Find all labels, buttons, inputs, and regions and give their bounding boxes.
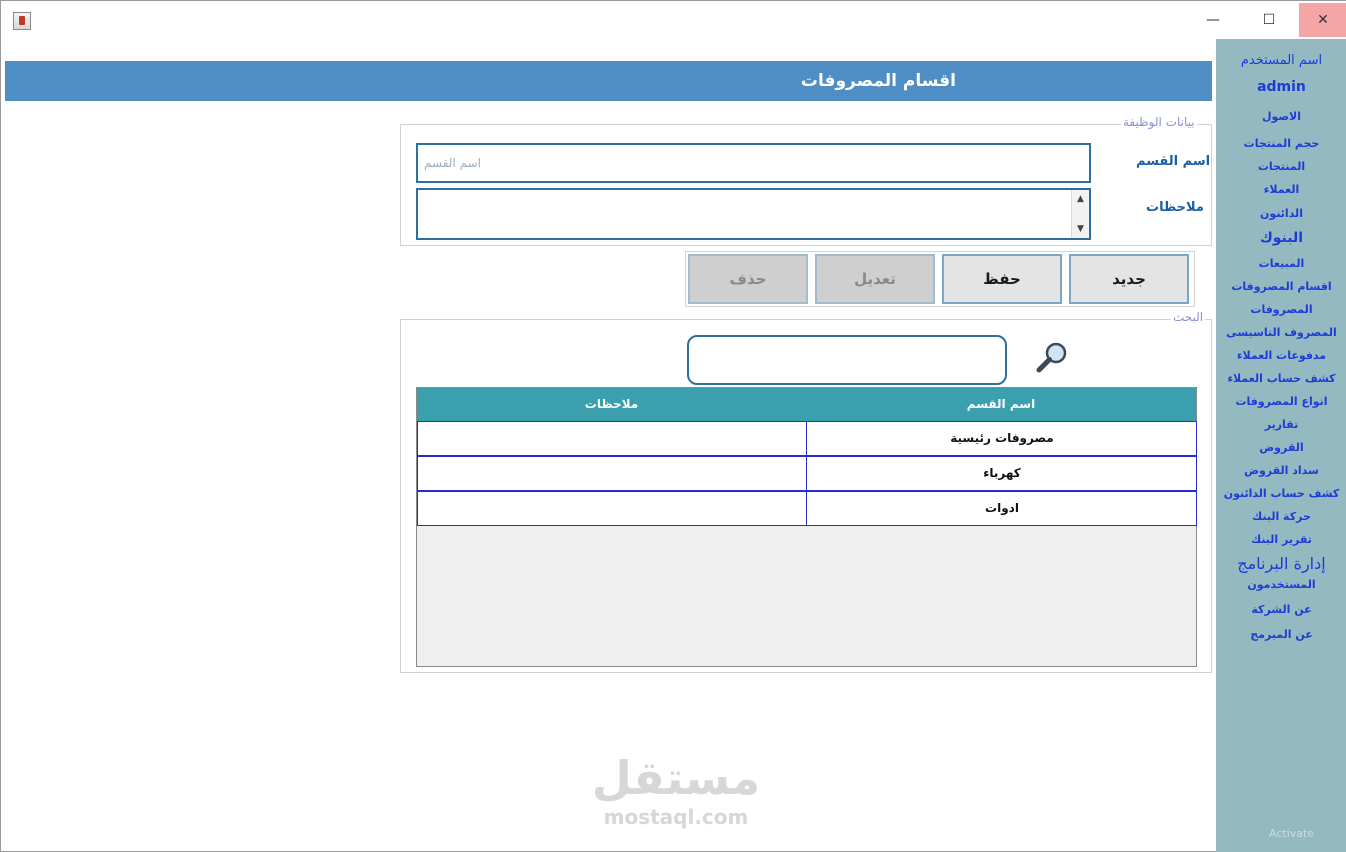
page-title: اقسام المصروفات bbox=[800, 71, 956, 91]
notes-scrollbar[interactable]: ▲ ▼ bbox=[1071, 190, 1089, 238]
title-bar[interactable]: — ☐ ✕ bbox=[1, 1, 1346, 39]
scroll-down-icon[interactable]: ▼ bbox=[1072, 221, 1089, 237]
sidebar-item-reports[interactable]: تقارير bbox=[1216, 418, 1346, 431]
table-header: اسم القسم ملاحظات bbox=[417, 388, 1196, 421]
sidebar-item-bank-report[interactable]: تقرير البنك bbox=[1216, 533, 1346, 546]
user-label: اسم المستخدم bbox=[1240, 53, 1323, 68]
cell-name: مصروفات رئيسية bbox=[950, 431, 1054, 445]
name-label: اسم القسم bbox=[1136, 154, 1211, 169]
sidebar-item-creditor-statement[interactable]: كشف حساب الدائنون bbox=[1216, 487, 1346, 500]
cell-notes bbox=[418, 492, 806, 525]
sidebar-item-about-programmer[interactable]: عن المبرمج bbox=[1216, 628, 1346, 641]
search-icon[interactable] bbox=[1035, 339, 1071, 375]
maximize-button[interactable]: ☐ bbox=[1245, 3, 1293, 37]
sidebar-item-users[interactable]: المستخدمون bbox=[1216, 578, 1346, 591]
edit-button[interactable]: تعديل bbox=[815, 254, 935, 304]
cell-notes bbox=[418, 457, 806, 490]
table-row[interactable]: كهرباء bbox=[417, 456, 1197, 491]
save-button[interactable]: حفظ bbox=[942, 254, 1062, 304]
column-header-notes[interactable]: ملاحظات bbox=[417, 388, 806, 421]
sidebar-item-banks[interactable]: البنوك bbox=[1216, 230, 1346, 246]
column-header-name[interactable]: اسم القسم bbox=[806, 388, 1196, 421]
form-group-title: بيانات الوظيفة bbox=[1121, 115, 1197, 129]
new-button[interactable]: جديد bbox=[1069, 254, 1189, 304]
cell-notes bbox=[418, 422, 806, 455]
watermark-arabic: مستقل bbox=[591, 751, 761, 805]
delete-button[interactable]: حذف bbox=[688, 254, 808, 304]
sections-table: اسم القسم ملاحظات مصروفات رئيسية كهرباء … bbox=[416, 387, 1197, 667]
app-window: — ☐ ✕ اسم المستخدم admin الاصول حجم المن… bbox=[0, 0, 1346, 852]
sidebar-item-sales[interactable]: المبيعات bbox=[1216, 257, 1346, 270]
search-input[interactable] bbox=[687, 335, 1007, 385]
sidebar-item-customer-statement[interactable]: كشف حساب العملاء bbox=[1216, 372, 1346, 385]
cell-name: كهرباء bbox=[983, 466, 1021, 480]
watermark-latin: mostaql.com bbox=[603, 805, 749, 829]
notes-label: ملاحظات bbox=[1146, 200, 1204, 215]
mostaql-watermark: مستقل mostaql.com bbox=[591, 751, 761, 837]
sidebar-item-expense-sections[interactable]: اقسام المصروفات bbox=[1216, 280, 1346, 293]
minimize-button[interactable]: — bbox=[1189, 3, 1237, 37]
cell-divider bbox=[806, 422, 807, 455]
sidebar-item-expense-types[interactable]: انواع المصروفات bbox=[1216, 395, 1346, 408]
table-row[interactable]: مصروفات رئيسية bbox=[417, 421, 1197, 456]
cell-name: ادوات bbox=[985, 501, 1019, 515]
sidebar-item-creditors[interactable]: الدائنون bbox=[1216, 207, 1346, 220]
activate-windows-text: Activate bbox=[1269, 827, 1315, 840]
sidebar-item-bank-movement[interactable]: حركة البنك bbox=[1216, 510, 1346, 523]
table-row[interactable]: ادوات bbox=[417, 491, 1197, 526]
sidebar-item-loan-repayment[interactable]: سداد القروض bbox=[1216, 464, 1346, 477]
sidebar-item-customer-payments[interactable]: مدفوعات العملاء bbox=[1216, 349, 1346, 362]
sidebar-item-program-management[interactable]: إدارة البرنامج bbox=[1216, 554, 1346, 573]
cell-divider bbox=[806, 457, 807, 490]
sidebar-item-assets[interactable]: الاصول bbox=[1216, 110, 1346, 123]
sidebar-item-customers[interactable]: العملاء bbox=[1216, 183, 1346, 196]
sidebar: اسم المستخدم admin الاصول حجم المنتجات ا… bbox=[1216, 39, 1346, 852]
java-app-icon bbox=[13, 12, 31, 30]
sidebar-item-expenses[interactable]: المصروفات bbox=[1216, 303, 1346, 316]
sidebar-item-products[interactable]: المنتجات bbox=[1216, 160, 1346, 173]
page-header: اقسام المصروفات bbox=[5, 61, 1212, 101]
search-group-title: البحث bbox=[1171, 310, 1206, 324]
section-name-input[interactable] bbox=[416, 143, 1091, 183]
sidebar-item-product-sizes[interactable]: حجم المنتجات bbox=[1216, 137, 1346, 150]
sidebar-item-startup-expense[interactable]: المصروف التاسيسى bbox=[1216, 326, 1346, 339]
notes-textarea[interactable]: ▲ ▼ bbox=[416, 188, 1091, 240]
cell-divider bbox=[806, 492, 807, 525]
scroll-up-icon[interactable]: ▲ bbox=[1072, 191, 1089, 207]
sidebar-item-loans[interactable]: القروض bbox=[1216, 441, 1346, 454]
close-button[interactable]: ✕ bbox=[1299, 3, 1346, 37]
user-name: admin bbox=[1257, 79, 1306, 95]
sidebar-item-about-company[interactable]: عن الشركة bbox=[1216, 603, 1346, 616]
